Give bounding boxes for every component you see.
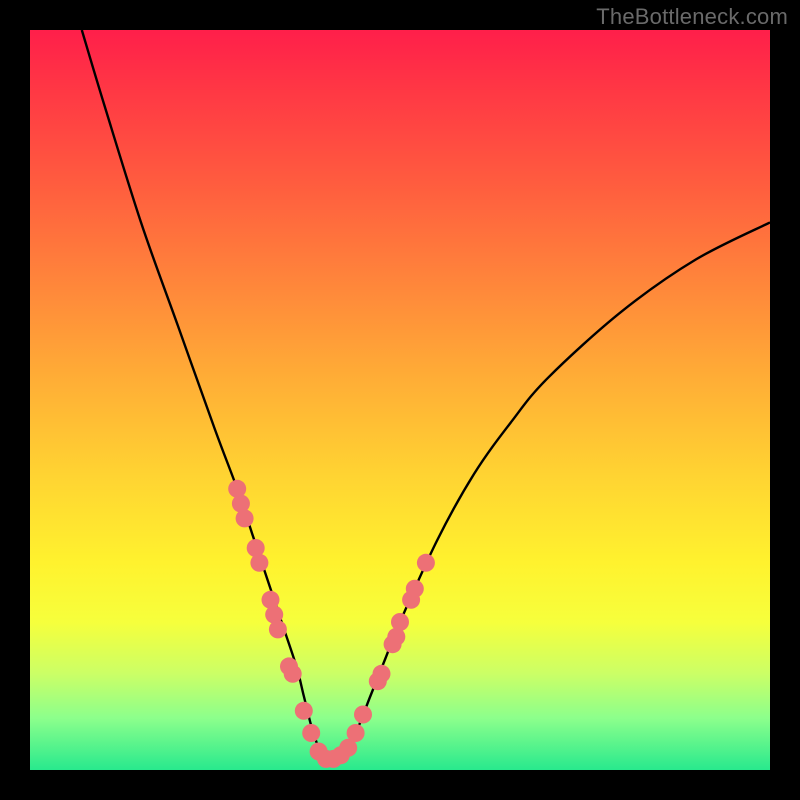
data-marker [347, 724, 365, 742]
data-marker [354, 706, 372, 724]
chart-svg [30, 30, 770, 770]
data-marker [302, 724, 320, 742]
data-marker [417, 554, 435, 572]
plot-area [30, 30, 770, 770]
data-marker [295, 702, 313, 720]
data-marker [250, 554, 268, 572]
data-marker [391, 613, 409, 631]
bottleneck-curve [82, 30, 770, 764]
data-marker [236, 509, 254, 527]
data-marker [406, 580, 424, 598]
chart-frame: TheBottleneck.com [0, 0, 800, 800]
data-marker [284, 665, 302, 683]
data-marker [269, 620, 287, 638]
data-markers [228, 480, 435, 768]
watermark-text: TheBottleneck.com [596, 4, 788, 30]
data-marker [373, 665, 391, 683]
